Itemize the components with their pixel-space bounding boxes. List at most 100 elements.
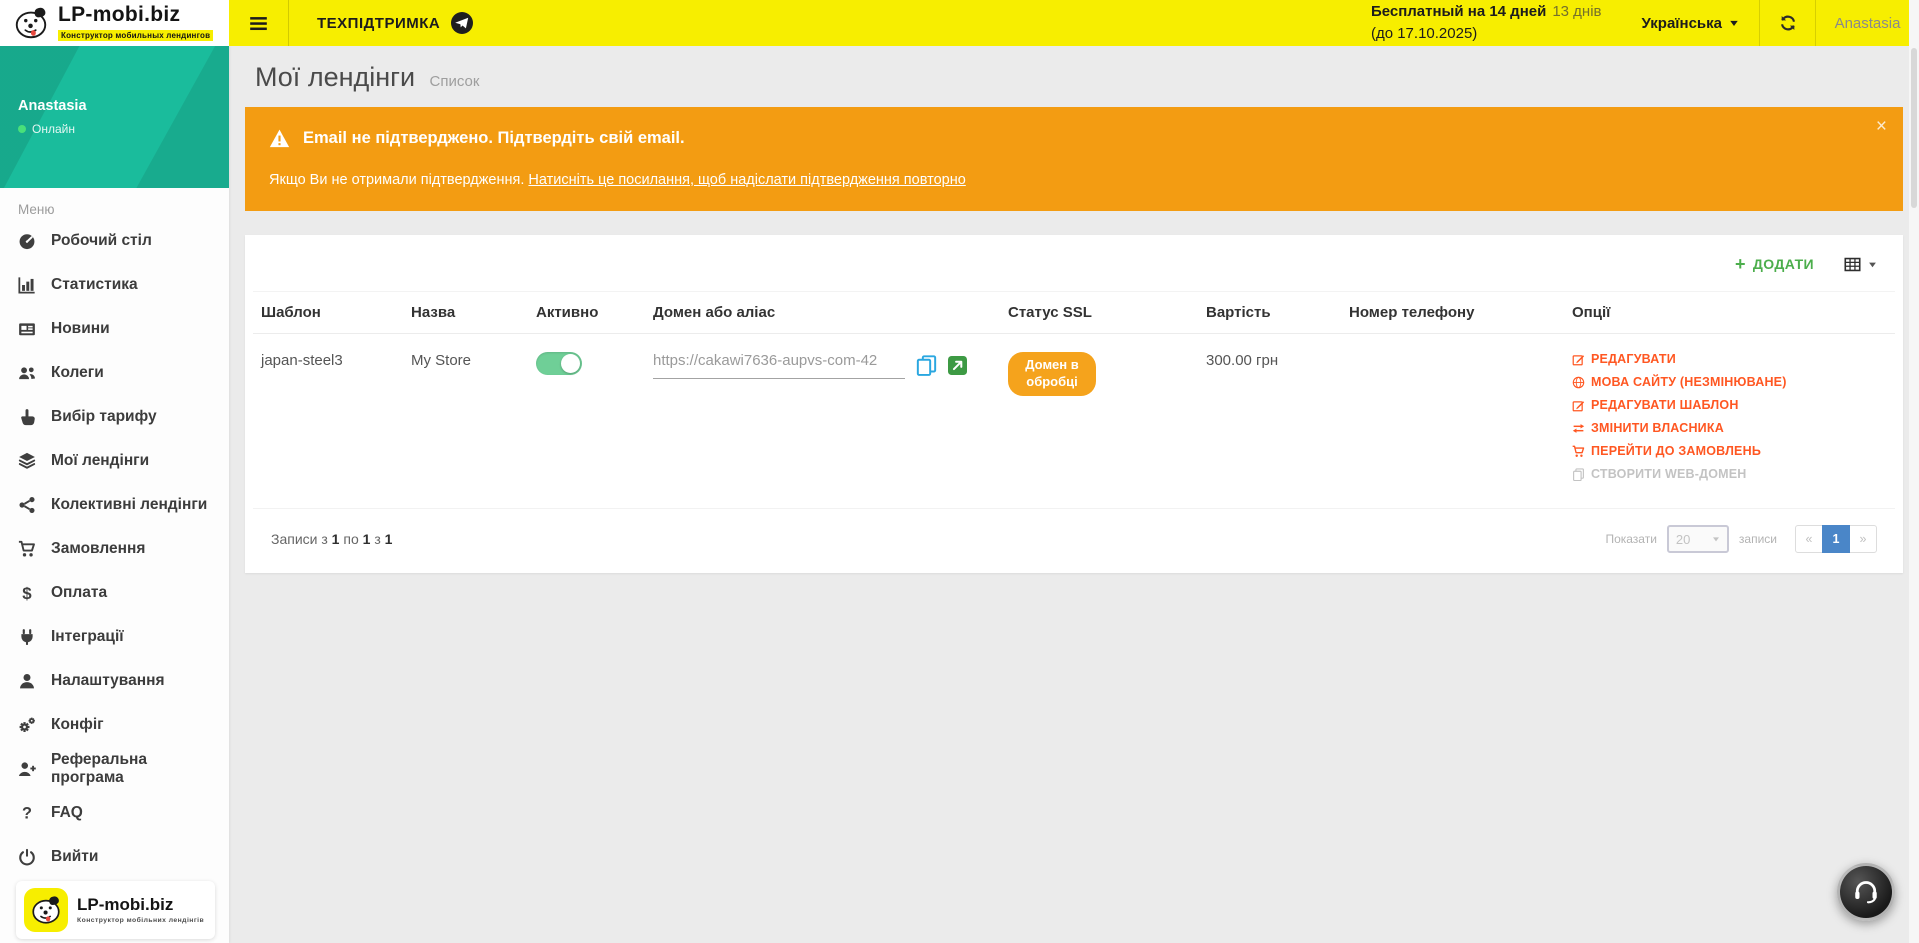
app-logo[interactable]: LP-mobi.biz Конструктор мобильных лендин… xyxy=(0,0,229,46)
language-label: Українська xyxy=(1642,15,1722,32)
active-toggle[interactable] xyxy=(536,352,582,375)
option-site-language[interactable]: МОВА САЙТУ (НЕЗМІНЮВАНЕ) xyxy=(1572,375,1887,389)
column-header-active: Активно xyxy=(528,292,645,334)
sidebar-item-dashboard[interactable]: Робочий стіл xyxy=(0,219,229,263)
page-scrollbar[interactable] xyxy=(1909,0,1919,943)
page-size-select[interactable]: 20 xyxy=(1667,525,1729,553)
sidebar-item-my-landings[interactable]: Мої лендінги xyxy=(0,439,229,483)
warning-icon xyxy=(269,128,290,149)
plug-icon xyxy=(18,628,36,646)
grid-icon xyxy=(1844,256,1861,273)
sidebar-item-payment[interactable]: Оплата xyxy=(0,571,229,615)
footer-logo-title: LP-mobi.biz xyxy=(77,896,204,915)
option-edit-template[interactable]: РЕДАГУВАТИ ШАБЛОН xyxy=(1572,398,1887,412)
sidebar-item-label: Вибір тарифу xyxy=(51,408,157,426)
resend-confirmation-link[interactable]: Натисніть це посилання, щоб надіслати пі… xyxy=(528,172,965,188)
chevron-down-icon xyxy=(1712,535,1720,543)
column-header-name: Назва xyxy=(403,292,528,334)
cell-price: 300.00 грн xyxy=(1198,334,1341,509)
option-go-to-orders[interactable]: ПЕРЕЙТИ ДО ЗАМОВЛЕНЬ xyxy=(1572,444,1887,458)
language-selector[interactable]: Українська xyxy=(1622,0,1759,46)
option-label: ЗМІНИТИ ВЛАСНИКА xyxy=(1591,421,1724,435)
cell-domain xyxy=(645,334,1000,509)
option-change-owner[interactable]: ЗМІНИТИ ВЛАСНИКА xyxy=(1572,421,1887,435)
alert-title: Email не підтверджено. Підтвердіть свій … xyxy=(303,129,685,148)
online-status-dot xyxy=(18,125,26,133)
summary-from: 1 xyxy=(332,531,340,547)
scrollbar-thumb[interactable] xyxy=(1911,48,1917,208)
option-edit[interactable]: РЕДАГУВАТИ xyxy=(1572,352,1887,366)
refresh-button[interactable] xyxy=(1759,0,1815,46)
hamburger-icon xyxy=(249,14,268,33)
sidebar-item-label: Колеги xyxy=(51,364,104,382)
sidebar-item-colleagues[interactable]: Колеги xyxy=(0,351,229,395)
header-username[interactable]: Anastasia xyxy=(1815,0,1919,46)
sidebar-item-tariff[interactable]: Вибір тарифу xyxy=(0,395,229,439)
sidebar-item-news[interactable]: Новини xyxy=(0,307,229,351)
edit-icon xyxy=(1572,353,1585,366)
sidebar-item-integrations[interactable]: Інтеграції xyxy=(0,615,229,659)
logo-text-block: LP-mobi.biz Конструктор мобильных лендин… xyxy=(58,4,213,43)
dog-logo-icon xyxy=(29,893,63,927)
summary-of: з xyxy=(374,531,380,547)
domain-input[interactable] xyxy=(653,352,905,379)
logo-tagline: Конструктор мобильных лендингов xyxy=(58,30,213,41)
sidebar-toggle-button[interactable] xyxy=(229,0,289,46)
users-icon xyxy=(18,364,36,382)
pagination-bar: Записи з 1 по 1 з 1 Показати 20 записи «… xyxy=(245,509,1903,573)
logo-title: LP-mobi.biz xyxy=(58,4,213,25)
tech-support-link[interactable]: ТЕХПІДТРИМКА xyxy=(289,0,502,46)
copy-icon[interactable] xyxy=(916,355,937,376)
option-label: МОВА САЙТУ (НЕЗМІНЮВАНЕ) xyxy=(1591,375,1787,389)
sidebar-item-settings[interactable]: Налаштування xyxy=(0,659,229,703)
option-label: ПЕРЕЙТИ ДО ЗАМОВЛЕНЬ xyxy=(1591,444,1761,458)
sidebar-footer-logo[interactable]: LP-mobi.biz Конструктор мобільних лендін… xyxy=(16,881,215,939)
sidebar-item-referral[interactable]: Реферальна програма xyxy=(0,747,229,791)
user-plus-icon xyxy=(18,760,36,778)
hand-pointer-icon xyxy=(18,408,36,426)
cell-ssl-status: Домен в обробці xyxy=(1000,334,1198,509)
trial-plan: Бесплатный на 14 дней xyxy=(1371,3,1546,20)
table-row: japan-steel3 My Store Домен в обробці xyxy=(253,334,1895,509)
records-summary: Записи з 1 по 1 з 1 xyxy=(271,531,392,547)
sidebar-item-faq[interactable]: FAQ xyxy=(0,791,229,835)
sidebar-item-label: FAQ xyxy=(51,804,83,822)
landings-table: Шаблон Назва Активно Домен або аліас Ста… xyxy=(253,291,1895,509)
user-icon xyxy=(18,672,36,690)
sidebar-user-name: Anastasia xyxy=(18,98,87,114)
add-landing-button[interactable]: + ДОДАТИ xyxy=(1735,255,1814,273)
columns-dropdown-button[interactable] xyxy=(1844,256,1877,273)
support-chat-widget[interactable] xyxy=(1837,863,1895,921)
sidebar: Anastasia Онлайн Меню Робочий стіл Стати… xyxy=(0,46,229,943)
sidebar-item-logout[interactable]: Вийти xyxy=(0,835,229,879)
sidebar-user-panel: Anastasia Онлайн xyxy=(0,46,229,188)
panel-toolbar: + ДОДАТИ xyxy=(245,235,1903,283)
prev-page-button[interactable]: « xyxy=(1795,525,1823,553)
summary-to: 1 xyxy=(363,531,371,547)
sidebar-item-label: Реферальна програма xyxy=(51,751,211,787)
footer-logo-square xyxy=(24,888,68,932)
sidebar-item-orders[interactable]: Замовлення xyxy=(0,527,229,571)
layers-icon xyxy=(18,452,36,470)
alert-message-prefix: Якщо Ви не отримали підтвердження. xyxy=(269,172,528,188)
option-label: СТВОРИТИ WEB-ДОМЕН xyxy=(1591,467,1747,481)
sidebar-item-statistics[interactable]: Статистика xyxy=(0,263,229,307)
online-status-label: Онлайн xyxy=(32,122,75,136)
landings-panel: + ДОДАТИ Шаблон Назва Активно Домен або … xyxy=(245,235,1903,573)
app-header: LP-mobi.biz Конструктор мобильных лендин… xyxy=(0,0,1919,46)
sidebar-item-collective-landings[interactable]: Колективні лендінги xyxy=(0,483,229,527)
next-page-button[interactable]: » xyxy=(1849,525,1877,553)
power-icon xyxy=(18,848,36,866)
sidebar-menu: Робочий стіл Статистика Новини Колеги Ви… xyxy=(0,219,229,879)
tech-support-label: ТЕХПІДТРИМКА xyxy=(317,15,440,32)
cart-icon xyxy=(1572,445,1585,458)
sidebar-user-status: Онлайн xyxy=(18,122,75,136)
sidebar-item-label: Новини xyxy=(51,320,110,338)
telegram-icon xyxy=(450,11,474,35)
ssl-status-badge: Домен в обробці xyxy=(1008,352,1096,396)
close-icon[interactable]: × xyxy=(1876,117,1887,136)
page-1-button[interactable]: 1 xyxy=(1822,525,1850,553)
sidebar-item-config[interactable]: Конфіг xyxy=(0,703,229,747)
summary-total: 1 xyxy=(385,531,393,547)
external-link-icon[interactable] xyxy=(948,356,967,375)
